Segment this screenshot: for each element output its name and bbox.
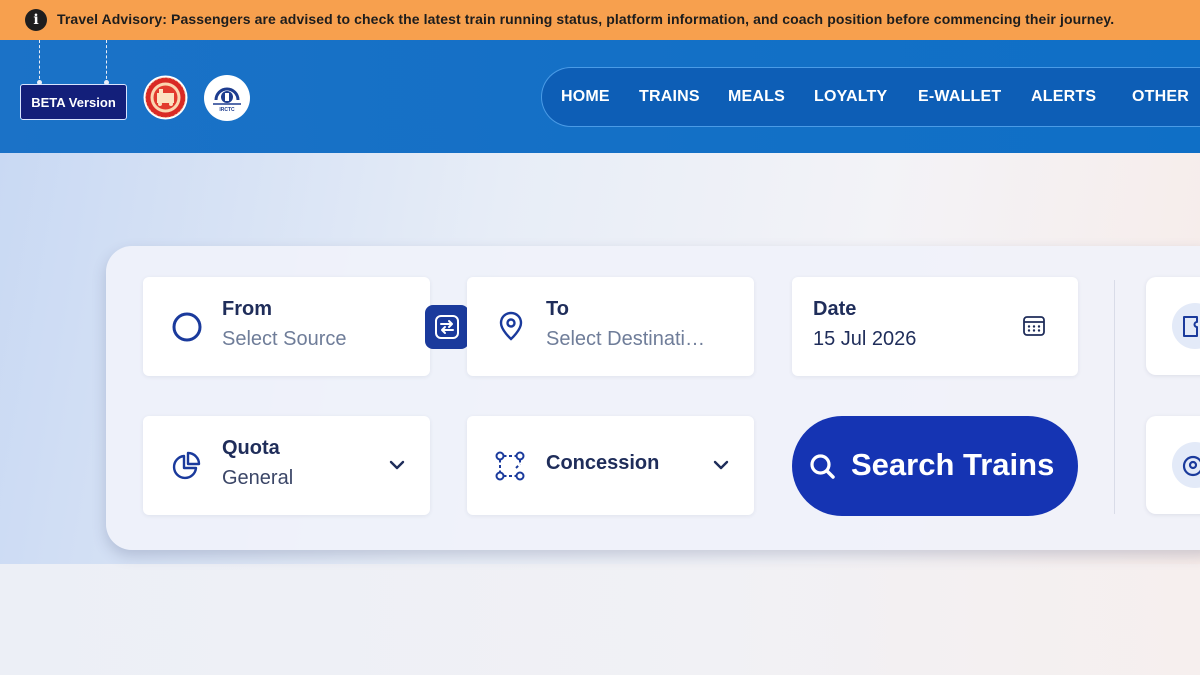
side-option-card[interactable]	[1146, 416, 1200, 514]
travel-advisory-bar: i Travel Advisory: Passengers are advise…	[0, 0, 1200, 40]
from-label: From	[222, 298, 272, 320]
info-icon: i	[25, 9, 47, 31]
to-field[interactable]: To Select Destinati…	[467, 277, 754, 376]
pie-chart-icon	[172, 451, 201, 480]
from-placeholder: Select Source	[222, 328, 347, 350]
calendar-icon[interactable]	[1022, 314, 1046, 338]
chevron-down-icon	[389, 460, 405, 470]
irctc-logo[interactable]: IRCTC	[204, 75, 250, 121]
date-field[interactable]: Date 15 Jul 2026	[792, 277, 1078, 376]
page-background	[0, 564, 1200, 675]
side-option-card[interactable]	[1146, 277, 1200, 375]
quota-label: Quota	[222, 437, 280, 459]
concession-dropdown[interactable]: Concession	[467, 416, 754, 515]
swap-stations-button[interactable]	[425, 305, 469, 349]
main-navigation: HOME TRAINS MEALS LOYALTY E-WALLET ALERT…	[541, 67, 1200, 127]
nav-meals[interactable]: MEALS	[728, 88, 785, 106]
date-label: Date	[813, 298, 857, 320]
irctc-logo-text: IRCTC	[219, 107, 235, 113]
circle-icon	[172, 312, 202, 342]
decorative-dash	[106, 40, 107, 84]
side-option-icon-bg	[1172, 303, 1200, 349]
to-placeholder: Select Destinati…	[546, 328, 705, 350]
search-trains-label: Search Trains	[851, 447, 1055, 482]
side-option-icon-bg	[1172, 442, 1200, 488]
nav-trains[interactable]: TRAINS	[639, 88, 700, 106]
location-pin-icon	[499, 311, 523, 341]
decorative-dash	[39, 40, 40, 84]
nav-alerts[interactable]: ALERTS	[1031, 88, 1096, 106]
indian-railways-logo[interactable]	[143, 75, 188, 120]
to-label: To	[546, 298, 569, 320]
date-value: 15 Jul 2026	[813, 328, 917, 350]
from-field[interactable]: From Select Source	[143, 277, 430, 376]
nav-home[interactable]: HOME	[561, 88, 610, 106]
chevron-down-icon	[713, 460, 729, 470]
header: BETA Version IRCTC HOME TRAINS MEALS LOY…	[0, 40, 1200, 153]
quota-dropdown[interactable]: Quota General	[143, 416, 430, 515]
nav-other[interactable]: OTHER	[1132, 88, 1189, 106]
panel-divider	[1114, 280, 1115, 514]
location-target-icon	[1182, 455, 1200, 477]
search-trains-button[interactable]: Search Trains	[792, 416, 1078, 516]
ticket-icon	[1183, 316, 1198, 337]
search-icon	[810, 454, 835, 479]
concession-label: Concession	[546, 452, 660, 474]
beta-version-badge[interactable]: BETA Version	[20, 84, 127, 120]
swap-icon	[435, 315, 459, 339]
nav-e-wallet[interactable]: E-WALLET	[918, 88, 1001, 106]
nodes-icon	[495, 451, 525, 481]
advisory-text: Travel Advisory: Passengers are advised …	[57, 11, 1115, 27]
quota-value: General	[222, 467, 294, 489]
nav-loyalty[interactable]: LOYALTY	[814, 88, 887, 106]
